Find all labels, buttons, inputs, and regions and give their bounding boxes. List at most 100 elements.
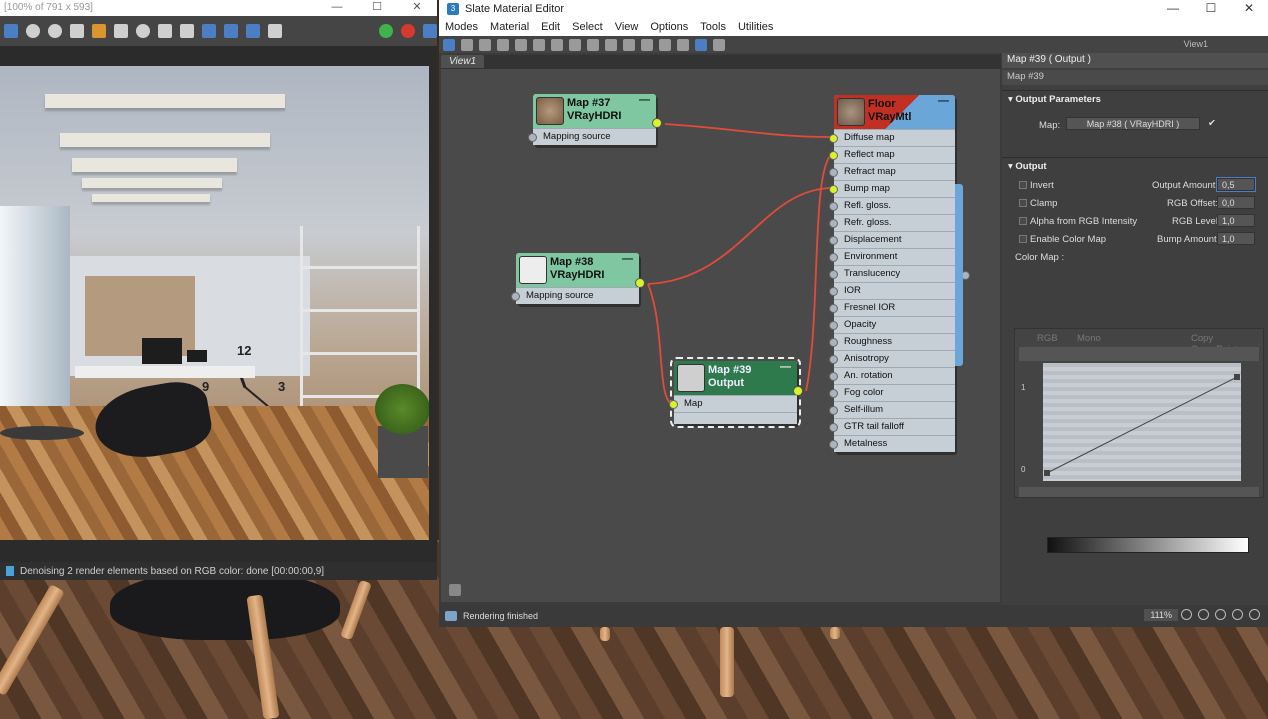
hide-unused-icon[interactable] xyxy=(551,38,563,51)
rgb-radio[interactable]: RGB xyxy=(1037,333,1058,344)
input-slot[interactable] xyxy=(829,355,838,364)
input-slot[interactable] xyxy=(528,133,537,142)
teapot-icon[interactable] xyxy=(423,24,437,38)
color-dot-icon[interactable] xyxy=(26,24,40,38)
curve-scrollbar[interactable] xyxy=(1019,487,1259,497)
put-material-icon[interactable] xyxy=(479,38,491,51)
menu-select[interactable]: Select xyxy=(572,21,603,33)
node-map38[interactable]: Map #38 VRayHDRI — Mapping source xyxy=(511,253,645,304)
assign-material-icon[interactable] xyxy=(497,38,509,51)
srgb-icon[interactable] xyxy=(246,24,260,38)
copy-icon[interactable] xyxy=(114,24,128,38)
save-icon[interactable] xyxy=(70,24,84,38)
enable-color-map-checkbox[interactable] xyxy=(1019,235,1027,243)
collapse-icon[interactable]: — xyxy=(622,253,633,266)
input-slot[interactable] xyxy=(829,440,838,449)
maximize-button[interactable]: ☐ xyxy=(357,0,397,16)
menu-view[interactable]: View xyxy=(615,21,639,33)
floor-slot-row[interactable]: Refl. gloss. xyxy=(829,197,955,214)
close-button[interactable]: ✕ xyxy=(1230,0,1268,16)
mono-dot-icon[interactable] xyxy=(48,24,62,38)
sample-slot-icon[interactable] xyxy=(623,38,635,51)
alpha-rgb-checkbox[interactable] xyxy=(1019,217,1027,225)
mono-radio[interactable]: Mono xyxy=(1077,333,1101,344)
pick-material-icon[interactable] xyxy=(461,38,473,51)
input-slot[interactable] xyxy=(829,168,838,177)
floor-slot-row[interactable]: Roughness xyxy=(829,333,955,350)
floor-slot-row[interactable]: Anisotropy xyxy=(829,350,955,367)
floor-slot-row[interactable]: Refr. gloss. xyxy=(829,214,955,231)
zoom-selected-icon[interactable] xyxy=(1249,609,1260,620)
menu-edit[interactable]: Edit xyxy=(541,21,560,33)
menu-utilities[interactable]: Utilities xyxy=(738,21,773,33)
lut-icon[interactable] xyxy=(224,24,238,38)
node-view-canvas[interactable]: Map #37 VRayHDRI — Mapping source Map #3… xyxy=(441,69,1000,602)
map37-output-slot[interactable] xyxy=(652,118,662,128)
floor-slot-row[interactable]: IOR xyxy=(829,282,955,299)
curve-graph[interactable] xyxy=(1043,363,1241,481)
input-slot[interactable] xyxy=(829,423,838,432)
rgb-offset-field[interactable]: 0,0 xyxy=(1217,196,1255,209)
input-slot[interactable] xyxy=(829,202,838,211)
floor-slot-row[interactable]: Metalness xyxy=(829,435,955,452)
region-icon[interactable] xyxy=(180,24,194,38)
input-slot[interactable] xyxy=(829,219,838,228)
input-slot[interactable] xyxy=(829,134,838,143)
floor-slot-row[interactable]: Reflect map xyxy=(829,146,955,163)
output-title[interactable]: Output xyxy=(1015,161,1046,172)
stop-icon[interactable] xyxy=(401,24,415,38)
floor-slot-row[interactable]: Bump map xyxy=(829,180,955,197)
layout-horizontal-icon[interactable] xyxy=(659,38,671,51)
parameter-editor-icon[interactable] xyxy=(713,38,725,51)
input-slot[interactable] xyxy=(829,304,838,313)
input-slot[interactable] xyxy=(829,338,838,347)
show-map-icon[interactable] xyxy=(569,38,581,51)
track-icon[interactable] xyxy=(158,24,172,38)
floor-slot-row[interactable]: GTR tail falloff xyxy=(829,418,955,435)
minimize-button[interactable]: — xyxy=(317,0,357,16)
close-button[interactable]: ✕ xyxy=(397,0,437,16)
compare-icon[interactable] xyxy=(268,24,282,38)
floor-slot-row[interactable]: Displacement xyxy=(829,231,955,248)
param-name-field[interactable]: Map #39 xyxy=(1002,70,1268,85)
select-tool-icon[interactable] xyxy=(443,38,455,51)
input-slot[interactable] xyxy=(829,372,838,381)
floor-slot-row[interactable]: Fog color xyxy=(829,384,955,401)
pan-icon[interactable] xyxy=(1181,609,1192,620)
refresh-icon[interactable] xyxy=(379,24,393,38)
floor-slot-row[interactable]: Diffuse map xyxy=(829,129,955,146)
floor-slot-row[interactable]: Self-illum xyxy=(829,401,955,418)
lens-icon[interactable] xyxy=(202,24,216,38)
menu-tools[interactable]: Tools xyxy=(700,21,726,33)
input-slot[interactable] xyxy=(829,389,838,398)
input-slot[interactable] xyxy=(829,151,838,160)
invert-checkbox[interactable] xyxy=(1019,181,1027,189)
floor-slot-row[interactable]: Refract map xyxy=(829,163,955,180)
check-icon[interactable]: ✔ xyxy=(1208,118,1216,129)
input-slot[interactable] xyxy=(829,287,838,296)
input-slot[interactable] xyxy=(829,236,838,245)
clamp-checkbox[interactable] xyxy=(1019,199,1027,207)
floor-slot-row[interactable]: Environment xyxy=(829,248,955,265)
menu-material[interactable]: Material xyxy=(490,21,529,33)
map-button[interactable]: Map #38 ( VRayHDRI ) xyxy=(1066,117,1200,130)
zoom-dropdown[interactable]: 111% xyxy=(1144,609,1178,621)
bump-amount-field[interactable]: 1,0 xyxy=(1217,232,1255,245)
input-slot[interactable] xyxy=(829,270,838,279)
input-slot[interactable] xyxy=(829,321,838,330)
collapse-icon[interactable]: — xyxy=(938,95,949,108)
zoom-icon[interactable] xyxy=(1198,609,1209,620)
backlight-icon[interactable] xyxy=(605,38,617,51)
zoom-region-icon[interactable] xyxy=(1215,609,1226,620)
pan-lock-icon[interactable] xyxy=(449,584,461,596)
node-map39[interactable]: Map #39 Output — Map xyxy=(669,357,803,428)
node-map37[interactable]: Map #37 VRayHDRI — Mapping source xyxy=(528,94,662,145)
layout-vertical-icon[interactable] xyxy=(641,38,653,51)
node-floor-material[interactable]: Floor VRayMtl — Diffuse map Reflect map Re… xyxy=(829,95,970,452)
menu-modes[interactable]: Modes xyxy=(445,21,478,33)
folder-icon[interactable] xyxy=(92,24,106,38)
output-parameters-title[interactable]: Output Parameters xyxy=(1015,94,1101,105)
collapse-icon[interactable]: — xyxy=(639,94,650,107)
show-background-icon[interactable] xyxy=(587,38,599,51)
input-slot[interactable] xyxy=(829,185,838,194)
